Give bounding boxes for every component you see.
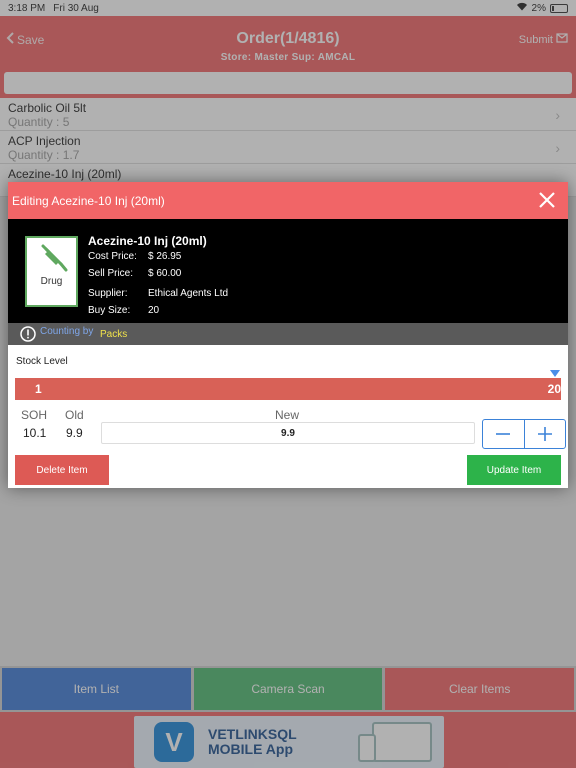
close-button[interactable] [538, 191, 556, 209]
new-label: New [275, 408, 300, 422]
plus-icon [537, 427, 552, 441]
soh-label: SOH [21, 408, 48, 422]
cost-price-row: Cost Price: $ 26.95 [88, 251, 181, 262]
stock-level-label: Stock Level [16, 356, 68, 367]
cost-price-label: Cost Price: [88, 251, 137, 262]
drug-tile-label: Drug [40, 276, 63, 287]
stock-level-marker[interactable] [550, 370, 560, 377]
new-quantity-input[interactable] [101, 422, 475, 444]
quantity-stepper [482, 419, 566, 449]
buy-size-value: 20 [148, 305, 160, 316]
stock-max: 20 [547, 382, 561, 396]
old-label: Old [65, 408, 84, 422]
cost-price-value: $ 26.95 [148, 251, 182, 262]
supplier-value: Ethical Agents Ltd [148, 288, 229, 299]
minus-icon [496, 433, 511, 435]
supplier-label: Supplier: [88, 288, 128, 299]
supplier-row: Supplier: Ethical Agents Ltd [88, 288, 228, 299]
buy-size-row: Buy Size: 20 [88, 305, 159, 316]
stock-min: 1 [35, 382, 42, 396]
modal-title: Editing Acezine-10 Inj (20ml) [12, 194, 165, 208]
decrement-button[interactable] [483, 420, 524, 448]
old-value: 9.9 [66, 426, 83, 440]
edit-item-modal: Editing Acezine-10 Inj (20ml) Drug Acezi… [8, 182, 568, 488]
sell-price-label: Sell Price: [88, 268, 134, 279]
counting-by-bar: Counting by Packs [8, 323, 568, 345]
buy-size-label: Buy Size: [88, 305, 131, 316]
drug-tile: Drug [25, 236, 78, 307]
warning-icon[interactable] [20, 326, 36, 342]
update-item-button[interactable]: Update Item [467, 455, 561, 485]
sell-price-value: $ 60.00 [148, 268, 182, 279]
product-name: Acezine-10 Inj (20ml) [88, 234, 207, 248]
sell-price-row: Sell Price: $ 60.00 [88, 268, 181, 279]
delete-item-button[interactable]: Delete Item [15, 455, 109, 485]
counting-by-label: Counting by [40, 326, 94, 337]
product-details-panel: Drug Acezine-10 Inj (20ml) Cost Price: $ … [8, 219, 568, 323]
soh-value: 10.1 [23, 426, 47, 440]
modal-header: Editing Acezine-10 Inj (20ml) [8, 182, 568, 219]
increment-button[interactable] [523, 420, 566, 448]
stock-level-slider[interactable]: 1 20 [15, 378, 561, 400]
syringe-icon [41, 244, 68, 272]
close-icon [539, 192, 555, 208]
counting-by-value[interactable]: Packs [100, 329, 127, 340]
